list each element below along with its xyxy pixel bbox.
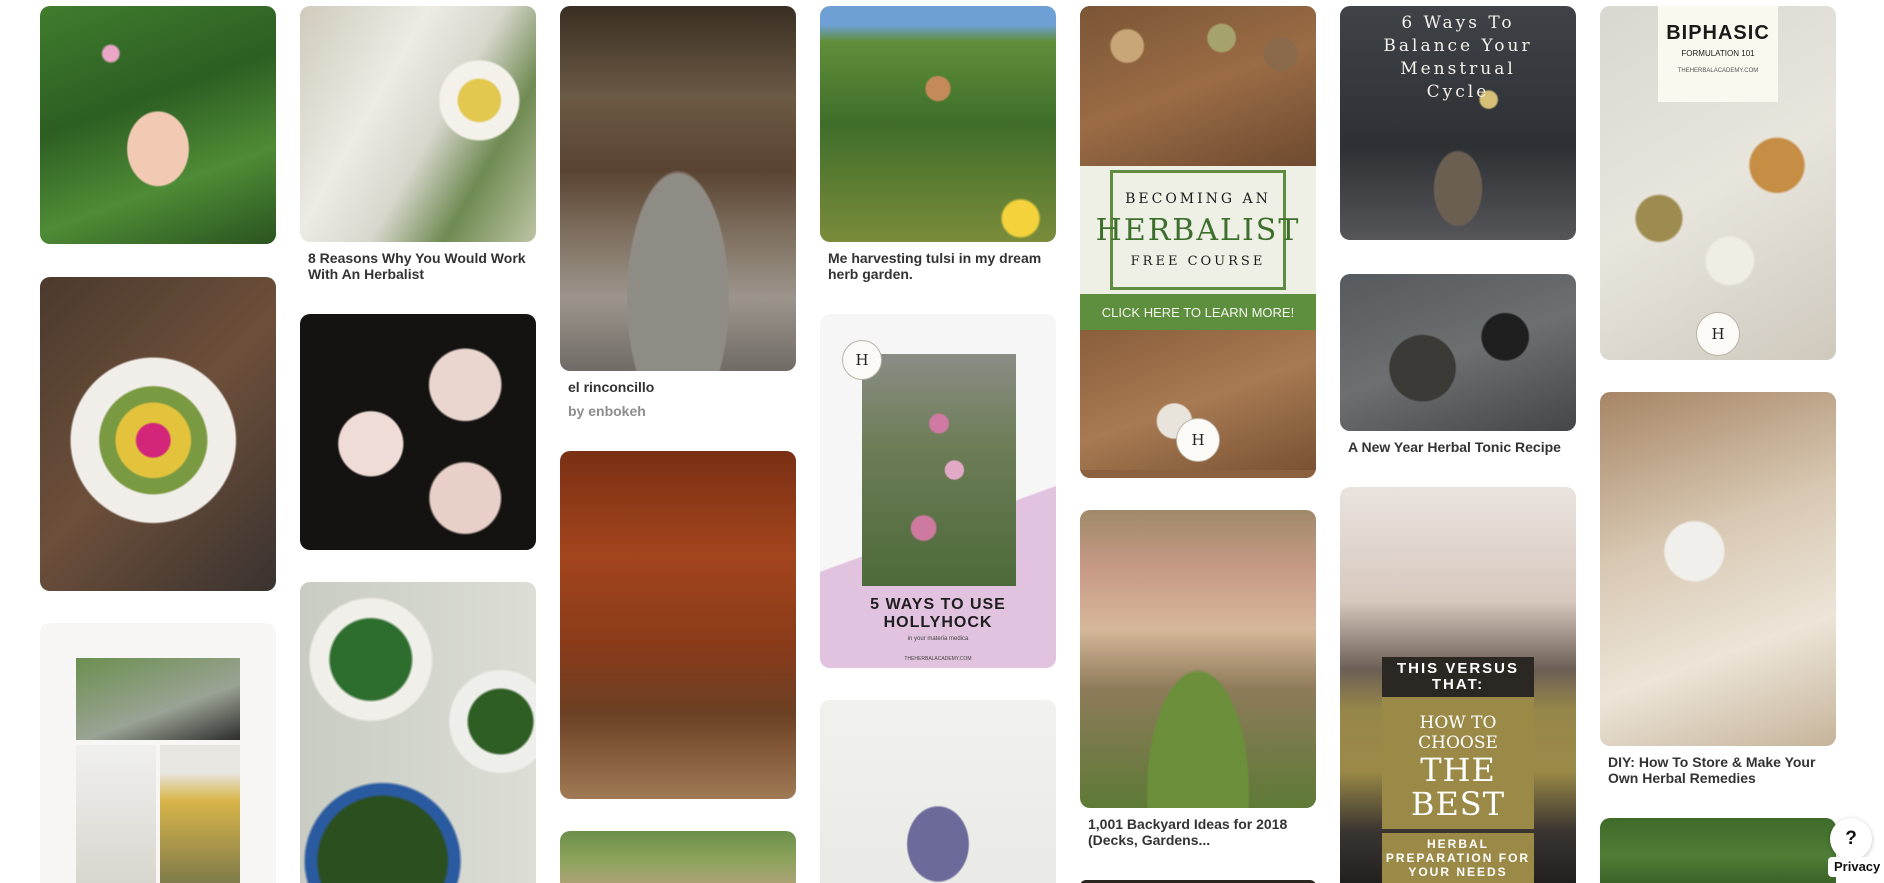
pin-caption: DIY: How To Store & Make Your Own Herbal… xyxy=(1608,754,1816,786)
pin-collage[interactable] xyxy=(40,623,276,883)
pin-library-apothecary[interactable] xyxy=(560,451,796,799)
help-button[interactable]: ? xyxy=(1830,818,1872,860)
pin-el-rinconcillo[interactable]: el rinconcillo by enbokeh xyxy=(560,6,796,419)
pin-caption: Me harvesting tulsi in my dream herb gar… xyxy=(828,250,1042,282)
menstrual-overlay-text: 6 Ways To Balance Your Menstrual Cycle xyxy=(1383,13,1533,102)
pin-dahlias[interactable] xyxy=(300,314,536,550)
pin-image[interactable]: THIS VERSUS THAT: HOW TO CHOOSE THE BEST… xyxy=(1340,487,1576,883)
pin-image[interactable] xyxy=(560,831,796,883)
herbalist-banner: BECOMING AN HERBALIST FREE COURSE xyxy=(1080,166,1316,294)
collage-photo-flowers xyxy=(160,745,240,883)
privacy-link[interactable]: Privacy xyxy=(1828,857,1884,877)
pin-image[interactable] xyxy=(560,6,796,371)
herbal-academy-seal-icon: H xyxy=(1176,418,1220,462)
pin-caption: A New Year Herbal Tonic Recipe xyxy=(1348,439,1561,455)
best-line4: HERBAL PREPARATION FOR YOUR NEEDS xyxy=(1382,833,1534,883)
pin-herbal-tonic[interactable]: A New Year Herbal Tonic Recipe xyxy=(1340,274,1576,455)
collage-photo-top xyxy=(76,658,240,740)
hollyhock-site: THEHERBALACADEMY.COM xyxy=(904,656,972,662)
pin-image[interactable] xyxy=(820,700,1056,883)
hollyhock-photo xyxy=(862,354,1016,586)
pin-caption: 8 Reasons Why You Would Work With An Her… xyxy=(308,250,526,282)
pin-lavender[interactable] xyxy=(820,700,1056,883)
herbalist-line3: FREE COURSE xyxy=(1130,254,1266,269)
herbalist-cta[interactable]: CLICK HERE TO LEARN MORE! xyxy=(1080,294,1316,330)
hollyhock-subtitle: in your materia medica xyxy=(907,636,969,642)
pin-image[interactable]: BECOMING AN HERBALIST FREE COURSE CLICK … xyxy=(1080,6,1316,478)
pin-image[interactable] xyxy=(1340,274,1576,431)
pin-image[interactable]: 6 Ways To Balance Your Menstrual Cycle xyxy=(1340,6,1576,240)
pin-byline[interactable]: by enbokeh xyxy=(568,403,788,419)
pin-image[interactable] xyxy=(1080,510,1316,808)
pin-choose-best[interactable]: THIS VERSUS THAT: HOW TO CHOOSE THE BEST… xyxy=(1340,487,1576,883)
pin-menstrual-cycle[interactable]: 6 Ways To Balance Your Menstrual Cycle xyxy=(1340,6,1576,240)
pin-image[interactable] xyxy=(1600,392,1836,746)
pin-caption: el rinconcillo xyxy=(568,379,655,395)
collage-photo-cup xyxy=(76,745,156,883)
biphasic-card: BIPHASIC FORMULATION 101 THEHERBALACADEM… xyxy=(1658,6,1778,102)
herbalist-line1: BECOMING AN xyxy=(1125,191,1271,207)
pin-becoming-herbalist[interactable]: BECOMING AN HERBALIST FREE COURSE CLICK … xyxy=(1080,6,1316,478)
pin-image[interactable] xyxy=(40,6,276,244)
pin-image[interactable] xyxy=(820,6,1056,242)
pin-image[interactable] xyxy=(300,6,536,242)
hollyhock-title: 5 WAYS TO USE HOLLYHOCK xyxy=(870,596,1006,631)
pin-image[interactable] xyxy=(40,623,276,883)
pin-caption: 1,001 Backyard Ideas for 2018 (Decks, Ga… xyxy=(1088,816,1288,848)
pin-tulsi[interactable]: Me harvesting tulsi in my dream herb gar… xyxy=(820,6,1056,282)
biphasic-subtitle: FORMULATION 101 xyxy=(1681,49,1755,58)
best-line1: THIS VERSUS THAT: xyxy=(1382,657,1534,697)
pin-image[interactable] xyxy=(300,582,536,883)
herbalist-photo-top xyxy=(1080,6,1316,166)
pin-image[interactable]: H 5 WAYS TO USE HOLLYHOCK in your materi… xyxy=(820,314,1056,668)
pin-image[interactable] xyxy=(1600,818,1836,883)
herbal-academy-seal-icon: H xyxy=(1696,312,1740,356)
pin-image[interactable]: BIPHASIC FORMULATION 101 THEHERBALACADEM… xyxy=(1600,6,1836,360)
pin-flower-plate[interactable] xyxy=(40,277,276,591)
pin-market[interactable] xyxy=(560,831,796,883)
pin-image[interactable] xyxy=(560,451,796,799)
biphasic-title: BIPHASIC xyxy=(1666,22,1770,44)
pin-store-remedies[interactable]: DIY: How To Store & Make Your Own Herbal… xyxy=(1600,392,1836,786)
best-line2: HOW TO CHOOSE xyxy=(1418,713,1498,753)
pin-image[interactable] xyxy=(300,314,536,550)
pin-garden-hand[interactable] xyxy=(40,6,276,244)
pin-biphasic[interactable]: BIPHASIC FORMULATION 101 THEHERBALACADEM… xyxy=(1600,6,1836,360)
pin-board: 8 Reasons Why You Would Work With An Her… xyxy=(0,0,1884,883)
pin-herbalist-reasons[interactable]: 8 Reasons Why You Would Work With An Her… xyxy=(300,6,536,282)
biphasic-site: THEHERBALACADEMY.COM xyxy=(1677,68,1759,74)
pin-image[interactable] xyxy=(40,277,276,591)
herbalist-line2: HERBALIST xyxy=(1095,213,1301,248)
herbalist-photo-bottom: H xyxy=(1080,330,1316,470)
herbal-academy-seal-icon: H xyxy=(842,340,882,380)
pin-greenhouse[interactable] xyxy=(1600,818,1836,883)
pin-hollyhock[interactable]: H 5 WAYS TO USE HOLLYHOCK in your materi… xyxy=(820,314,1056,668)
best-overlay: THIS VERSUS THAT: HOW TO CHOOSE THE BEST… xyxy=(1382,657,1534,883)
pin-salad[interactable] xyxy=(300,582,536,883)
best-line3: THE BEST xyxy=(1410,751,1506,823)
pin-backyard[interactable]: 1,001 Backyard Ideas for 2018 (Decks, Ga… xyxy=(1080,510,1316,848)
